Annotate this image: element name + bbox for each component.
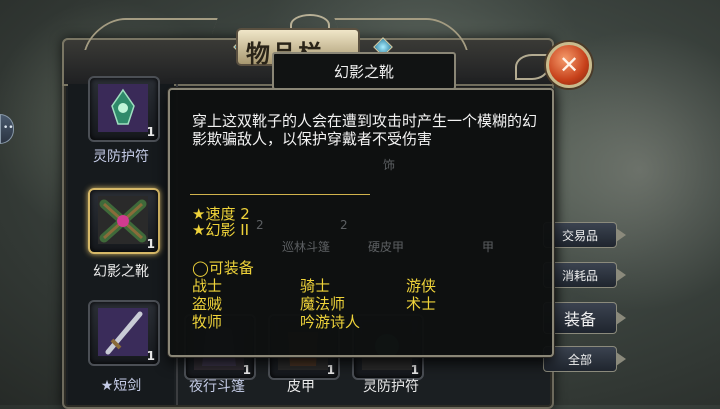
item-slot-short-sword[interactable]: 1 (88, 300, 160, 366)
faded-label: 2 (340, 218, 348, 232)
item-label-phantom-boots: 幻影之靴 (93, 264, 149, 280)
class-knight: 骑士 (300, 277, 331, 295)
class-mage: 魔法师 (300, 295, 346, 313)
item-count: 1 (146, 125, 155, 139)
item-label-night-cloak: 夜行斗篷 (189, 379, 245, 395)
category-trade-button[interactable]: 交易品 (543, 222, 626, 248)
faded-label: 甲 (482, 240, 495, 254)
item-count: 1 (146, 349, 155, 363)
sword-icon (98, 308, 148, 356)
class-ranger: 游侠 (406, 277, 437, 295)
item-count: 1 (326, 363, 335, 377)
item-label-leather-armor: 皮甲 (287, 379, 315, 395)
item-count: 1 (242, 363, 251, 377)
item-label-short-sword: ★短剑 (100, 378, 142, 394)
faded-label: 饰 (383, 158, 396, 172)
faded-label: 硬皮甲 (368, 240, 405, 254)
class-priest: 牧师 (192, 313, 223, 331)
boots-icon (98, 196, 148, 244)
faded-label: 2 (256, 218, 264, 232)
faded-label: 巡林斗篷 (282, 240, 331, 254)
class-bard: 吟游诗人 (300, 313, 361, 331)
category-equipment-button[interactable]: 装备 (543, 302, 626, 334)
tooltip-divider (190, 194, 370, 195)
class-warrior: 战士 (192, 277, 223, 295)
item-label-amulet: 灵防护符 (93, 149, 149, 165)
item-description: 穿上这双靴子的人会在遭到攻击时产生一个模糊的幻影欺骗敌人，以保护穿戴者不受伤害 (192, 112, 538, 148)
stat-phantom: ★幻影 II (192, 221, 250, 239)
category-all-button[interactable]: 全部 (543, 346, 626, 372)
item-count: 1 (146, 237, 155, 251)
class-rogue: 盗贼 (192, 295, 223, 313)
item-slot-phantom-boots[interactable]: 1 (88, 188, 160, 254)
side-tab-label: •• (3, 123, 14, 133)
close-button[interactable]: ✕ (546, 42, 592, 88)
class-warlock: 术士 (406, 295, 437, 313)
item-label-amulet-2: 灵防护符 (363, 379, 419, 395)
item-slot-amulet[interactable]: 1 (88, 76, 160, 142)
horn-ornament (515, 54, 549, 80)
item-tooltip: 穿上这双靴子的人会在遭到攻击时产生一个模糊的幻影欺骗敌人，以保护穿戴者不受伤害 … (168, 88, 554, 357)
close-icon: ✕ (558, 51, 580, 79)
tooltip-item-name: 幻影之靴 (272, 52, 456, 90)
category-consumable-button[interactable]: 消耗品 (543, 262, 626, 288)
item-count: 1 (410, 363, 419, 377)
equip-header: ◯可装备 (192, 259, 254, 277)
stat-speed: ★速度 2 (192, 205, 250, 223)
amulet-icon (98, 84, 148, 132)
